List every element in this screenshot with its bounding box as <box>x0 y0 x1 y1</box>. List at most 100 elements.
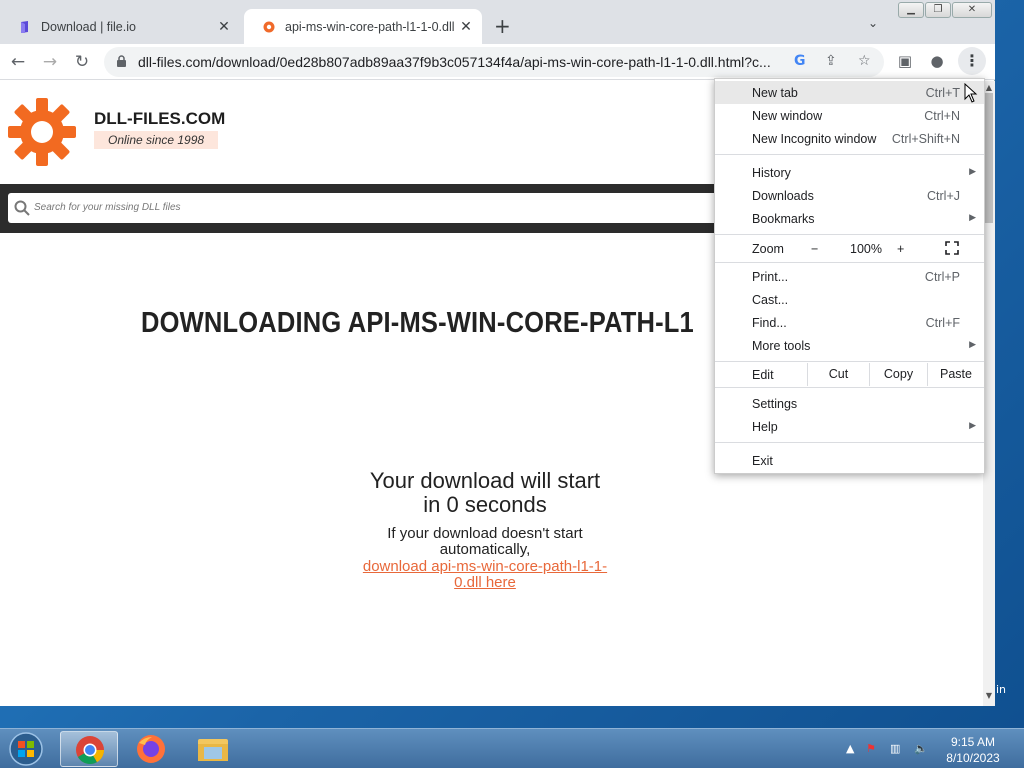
reload-icon[interactable]: ↻ <box>70 50 94 74</box>
menu-label: Print... <box>752 270 789 284</box>
close-window-button[interactable]: ✕ <box>952 2 992 18</box>
back-arrow-icon[interactable]: ← <box>6 50 30 74</box>
lock-icon[interactable] <box>116 55 127 68</box>
scroll-down-icon[interactable]: ▼ <box>983 691 995 700</box>
menu-label: New Incognito window <box>752 132 877 146</box>
manual-download-link[interactable]: download api-ms-win-core-path-l1-1- 0.dl… <box>350 559 620 591</box>
dll-search-input[interactable]: Search for your missing DLL files <box>8 193 728 223</box>
close-tab-icon[interactable]: ✕ <box>214 19 234 35</box>
volume-muted-icon[interactable]: 🔈 <box>914 742 928 755</box>
link-line-1[interactable]: download api-ms-win-core-path-l1-1- <box>350 559 620 575</box>
tab-title: Download | file.io <box>41 19 136 34</box>
menu-label: New tab <box>752 86 798 100</box>
menu-separator <box>715 262 984 263</box>
menu-label: Help <box>752 420 778 434</box>
dll-files-logo-icon[interactable] <box>8 98 76 166</box>
scrollbar-thumb[interactable] <box>985 93 993 223</box>
submenu-arrow-icon: ▶ <box>969 339 976 349</box>
site-brand[interactable]: DLL-FILES.COM <box>94 109 225 129</box>
tab-strip: Download | file.io ✕ api-ms-win-core-pat… <box>0 0 995 44</box>
menu-item-bookmarks[interactable]: Bookmarks ▶ <box>715 207 984 230</box>
search-placeholder: Search for your missing DLL files <box>34 202 181 213</box>
menu-shortcut: Ctrl+T <box>925 86 960 100</box>
tab-file-io[interactable]: Download | file.io ✕ <box>0 9 240 44</box>
system-clock[interactable]: 9:15 AM 8/10/2023 <box>940 734 1006 766</box>
site-tagline: Online since 1998 <box>94 131 219 149</box>
download-note: If your download doesn't start automatic… <box>330 526 640 558</box>
folder-icon <box>198 739 228 761</box>
taskbar-chrome[interactable] <box>60 731 118 767</box>
zoom-level: 100% <box>850 242 882 256</box>
menu-item-help[interactable]: Help ▶ <box>715 415 984 438</box>
menu-item-settings[interactable]: Settings <box>715 392 984 415</box>
submenu-arrow-icon: ▶ <box>969 420 976 430</box>
url-text[interactable]: dll-files.com/download/0ed28b807adb89aa3… <box>138 54 778 70</box>
cut-button[interactable]: Cut <box>807 363 869 386</box>
google-translate-icon[interactable]: G <box>794 53 806 69</box>
share-icon[interactable]: ⇪ <box>825 53 837 69</box>
menu-separator <box>715 387 984 388</box>
minimize-button[interactable]: ▁ <box>898 2 924 18</box>
note-line-1: If your download doesn't start <box>387 525 583 542</box>
show-hidden-icons-icon[interactable]: ▲ <box>846 742 854 755</box>
taskbar-firefox[interactable] <box>122 731 180 767</box>
menu-shortcut: Ctrl+Shift+N <box>891 132 960 146</box>
maximize-button[interactable]: ❐ <box>925 2 951 18</box>
menu-label: Cast... <box>752 293 789 307</box>
browser-toolbar: ← → ↻ dll-files.com/download/0ed28b807ad… <box>0 44 995 80</box>
mouse-cursor-icon <box>964 83 978 103</box>
page-heading: DOWNLOADING API-MS-WIN-CORE-PATH-L1 <box>141 307 694 339</box>
menu-label: New window <box>752 109 823 123</box>
dll-files-favicon-icon <box>263 21 275 32</box>
countdown-line-1: Your download will start <box>369 468 601 493</box>
menu-item-print[interactable]: Print... Ctrl+P <box>715 265 984 288</box>
menu-item-new-tab[interactable]: New tab Ctrl+T <box>715 81 984 104</box>
zoom-out-button[interactable]: − <box>811 242 818 256</box>
copy-button[interactable]: Copy <box>869 363 927 386</box>
profile-avatar-icon[interactable]: ● <box>926 52 948 70</box>
menu-label: Downloads <box>752 189 814 203</box>
taskbar-file-explorer[interactable] <box>184 731 242 767</box>
tab-dll-files[interactable]: api-ms-win-core-path-l1-1-0.dll ✕ <box>244 9 482 44</box>
menu-item-new-incognito[interactable]: New Incognito window Ctrl+Shift+N <box>715 127 984 150</box>
file-io-favicon-icon <box>21 20 28 33</box>
menu-item-exit[interactable]: Exit <box>715 449 984 472</box>
menu-item-more-tools[interactable]: More tools ▶ <box>715 334 984 357</box>
forward-arrow-icon[interactable]: → <box>38 50 62 74</box>
menu-label: Bookmarks <box>752 212 815 226</box>
countdown-line-2: in 0 seconds <box>423 492 547 517</box>
chrome-menu-button[interactable]: ⋮ <box>958 47 986 75</box>
tab-search-chevron-icon[interactable]: ⌄ <box>868 16 878 30</box>
menu-item-edit: Edit Cut Copy Paste <box>715 363 984 386</box>
clock-date: 8/10/2023 <box>946 751 1000 765</box>
menu-separator <box>715 154 984 155</box>
menu-item-cast[interactable]: Cast... <box>715 288 984 311</box>
menu-separator <box>715 442 984 443</box>
address-bar[interactable]: dll-files.com/download/0ed28b807adb89aa3… <box>104 47 884 77</box>
menu-shortcut: Ctrl+J <box>927 189 960 203</box>
menu-separator <box>715 234 984 235</box>
chrome-icon <box>76 736 104 764</box>
firefox-icon <box>137 735 165 763</box>
close-tab-icon[interactable]: ✕ <box>456 19 476 35</box>
bookmark-star-icon[interactable]: ☆ <box>858 53 871 69</box>
zoom-in-button[interactable]: + <box>897 242 904 256</box>
paste-button[interactable]: Paste <box>927 363 984 386</box>
fullscreen-icon[interactable] <box>945 241 959 255</box>
menu-item-find[interactable]: Find... Ctrl+F <box>715 311 984 334</box>
menu-item-downloads[interactable]: Downloads Ctrl+J <box>715 184 984 207</box>
network-icon[interactable]: ▥ <box>890 742 900 755</box>
submenu-arrow-icon: ▶ <box>969 212 976 222</box>
windows-start-icon[interactable] <box>6 731 46 767</box>
tab-title: api-ms-win-core-path-l1-1-0.dll <box>285 19 455 34</box>
action-center-flag-icon[interactable]: ⚑ <box>866 742 876 755</box>
menu-label: Find... <box>752 316 787 330</box>
side-panel-icon[interactable]: ▣ <box>894 52 916 70</box>
menu-shortcut: Ctrl+F <box>925 316 960 330</box>
menu-item-new-window[interactable]: New window Ctrl+N <box>715 104 984 127</box>
menu-item-history[interactable]: History ▶ <box>715 161 984 184</box>
desktop-label: in <box>996 683 1007 696</box>
new-tab-button[interactable]: + <box>494 14 511 38</box>
menu-label: Settings <box>752 397 798 411</box>
link-line-2[interactable]: 0.dll here <box>350 575 620 591</box>
